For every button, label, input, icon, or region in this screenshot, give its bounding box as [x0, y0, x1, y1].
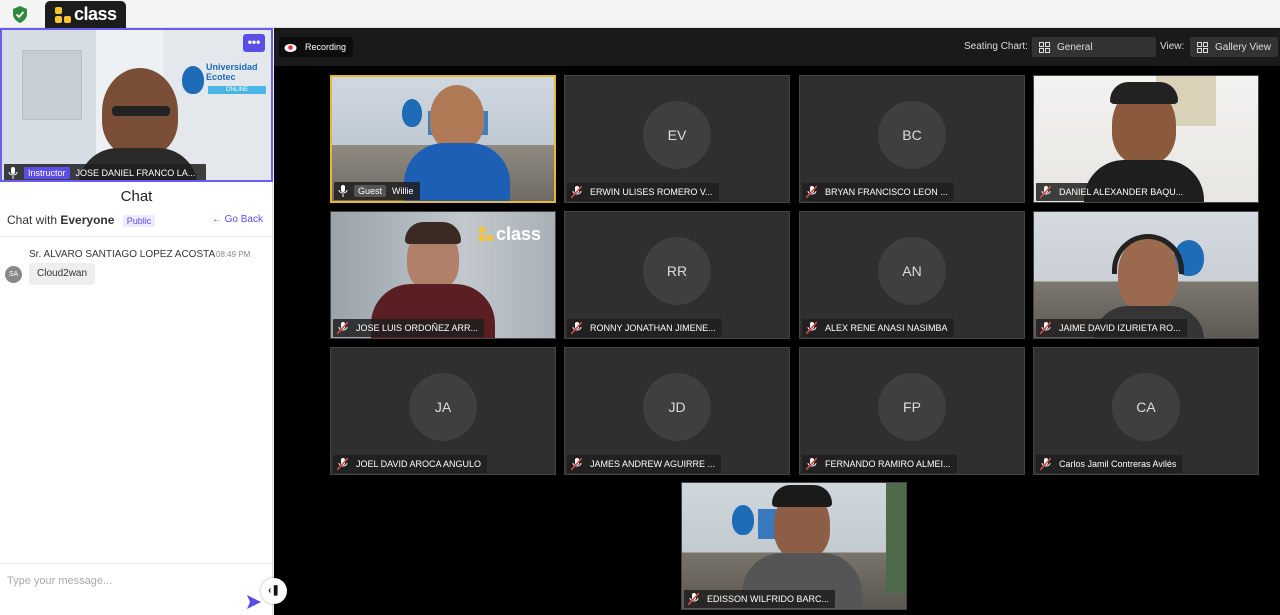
microphone-muted-icon [571, 186, 582, 198]
participant-avatar: JA [409, 373, 477, 441]
participant-name: ALEX RENE ANASI NASIMBA [825, 323, 948, 333]
participant-nameplate: FERNANDO RAMIRO ALMEI... [802, 455, 957, 473]
microphone-muted-icon [337, 322, 348, 334]
guest-badge: Guest [354, 185, 387, 197]
microphone-muted-icon [806, 186, 817, 198]
participant-tile[interactable]: Guest Willie [330, 75, 556, 203]
chat-audience: Chat with Everyone Public [7, 213, 156, 227]
public-badge: Public [122, 214, 156, 227]
message-bubble: Cloud2wan [29, 263, 96, 285]
microphone-muted-icon [1040, 458, 1051, 470]
microphone-icon [8, 167, 18, 179]
participant-nameplate: EDISSON WILFRIDO BARC... [684, 590, 836, 608]
participant-name: JOEL DAVID AROCA ANGULO [356, 459, 482, 469]
participant-name: ERWIN ULISES ROMERO V... [590, 187, 713, 197]
participant-avatar: AN [878, 237, 946, 305]
microphone-muted-icon [571, 322, 582, 334]
participant-nameplate: ALEX RENE ANASI NASIMBA [802, 319, 954, 337]
message-sender: Sr. ALVARO SANTIAGO LOPEZ ACOSTA [29, 249, 216, 260]
participant-tile[interactable]: EDISSON WILFRIDO BARC... [681, 482, 907, 610]
participant-tile[interactable]: FP FERNANDO RAMIRO ALMEI... [799, 347, 1025, 475]
participant-name: RONNY JONATHAN JIMENE... [590, 323, 716, 333]
view-label: View: [1160, 41, 1185, 52]
go-back-button[interactable]: ← Go Back [212, 214, 263, 225]
participant-name: JOSE LUIS ORDOÑEZ ARR... [356, 323, 479, 333]
collapse-panel-button[interactable]: ‹❚ [261, 578, 287, 604]
microphone-muted-icon [688, 593, 699, 605]
stage-toolbar: Recording Seating Chart: General View: G… [274, 28, 1280, 66]
microphone-muted-icon [1040, 322, 1051, 334]
participant-nameplate: JOEL DAVID AROCA ANGULO [333, 455, 488, 473]
participant-avatar: FP [878, 373, 946, 441]
shield-check-icon [13, 6, 27, 23]
microphone-muted-icon [806, 322, 817, 334]
self-video[interactable]: Universidad Ecotec ONLINE ••• Instructor… [0, 28, 273, 182]
participant-tile[interactable]: RR RONNY JONATHAN JIMENE... [564, 211, 790, 339]
participant-avatar: JD [643, 373, 711, 441]
chat-title: Chat [120, 188, 153, 205]
grid-icon [1039, 41, 1050, 53]
gallery-grid-icon [1197, 41, 1208, 53]
participant-nameplate: JAMES ANDREW AGUIRRE ... [567, 455, 722, 473]
participant-tile[interactable]: CA Carlos Jamil Contreras Avilés [1033, 347, 1259, 475]
participant-name: DANIEL ALEXANDER BAQU... [1059, 187, 1184, 197]
class-logo-icon [55, 6, 71, 23]
message-time: 08:49 PM [216, 250, 251, 259]
participant-tile[interactable]: BC BRYAN FRANCISCO LEON ... [799, 75, 1025, 203]
microphone-muted-icon [1040, 186, 1051, 198]
participant-tile[interactable]: JA JOEL DAVID AROCA ANGULO [330, 347, 556, 475]
microphone-muted-icon [571, 458, 582, 470]
cloud-recording-icon [284, 44, 297, 52]
participant-avatar: EV [643, 101, 711, 169]
class-watermark: class [479, 224, 555, 244]
seating-chart-select[interactable]: General [1032, 37, 1156, 57]
participant-tile[interactable]: DANIEL ALEXANDER BAQU... [1033, 75, 1259, 203]
chat-target[interactable]: Everyone [60, 213, 114, 227]
microphone-muted-icon [337, 458, 348, 470]
participant-tile[interactable]: class JOSE LUIS ORDOÑEZ ARR... [330, 211, 556, 339]
ecotec-brand: Universidad Ecotec ONLINE [182, 60, 267, 100]
participant-nameplate: DANIEL ALEXANDER BAQU... [1036, 183, 1190, 201]
send-icon[interactable] [247, 595, 261, 609]
view-select[interactable]: Gallery View [1190, 37, 1278, 57]
participant-tile[interactable]: JAIME DAVID IZURIETA RO... [1033, 211, 1259, 339]
app-logo-text: class [74, 4, 117, 24]
participant-avatar: BC [878, 101, 946, 169]
participant-name: FERNANDO RAMIRO ALMEI... [825, 459, 951, 469]
participant-name: BRYAN FRANCISCO LEON ... [825, 187, 948, 197]
browser-tab-bar: class [0, 0, 1280, 28]
video-stage: Recording Seating Chart: General View: G… [274, 28, 1280, 615]
participant-name: JAIME DAVID IZURIETA RO... [1059, 323, 1181, 333]
participant-nameplate: ERWIN ULISES ROMERO V... [567, 183, 719, 201]
participant-nameplate: Guest Willie [334, 182, 420, 200]
app-tab[interactable]: class [45, 1, 126, 28]
self-nameplate: Instructor JOSE DANIEL FRANCO LA... [4, 164, 206, 180]
participant-name: JAMES ANDREW AGUIRRE ... [590, 459, 716, 469]
participant-avatar: RR [643, 237, 711, 305]
participant-nameplate: JOSE LUIS ORDOÑEZ ARR... [333, 319, 485, 337]
arrow-left-icon: ← [211, 214, 222, 225]
participant-nameplate: JAIME DAVID IZURIETA RO... [1036, 319, 1187, 337]
recording-indicator: Recording [279, 37, 354, 57]
seating-chart-label: Seating Chart: [964, 41, 1028, 52]
microphone-muted-icon [806, 458, 817, 470]
participant-name: Willie [392, 186, 414, 196]
participant-tile[interactable]: JD JAMES ANDREW AGUIRRE ... [564, 347, 790, 475]
left-panel: Universidad Ecotec ONLINE ••• Instructor… [0, 28, 273, 615]
more-options-button[interactable]: ••• [243, 34, 265, 52]
participant-tile[interactable]: AN ALEX RENE ANASI NASIMBA [799, 211, 1025, 339]
participant-nameplate: BRYAN FRANCISCO LEON ... [802, 183, 954, 201]
participant-tile[interactable]: EV ERWIN ULISES ROMERO V... [564, 75, 790, 203]
instructor-badge: Instructor [24, 167, 70, 179]
participant-name: Carlos Jamil Contreras Avilés [1059, 459, 1177, 469]
participant-nameplate: Carlos Jamil Contreras Avilés [1036, 455, 1183, 473]
chat-message-input[interactable] [0, 566, 240, 596]
participant-avatar: CA [1112, 373, 1180, 441]
participant-name: EDISSON WILFRIDO BARC... [707, 594, 830, 604]
message-avatar: SA [5, 266, 22, 283]
self-name: JOSE DANIEL FRANCO LA... [75, 168, 196, 178]
microphone-icon [338, 185, 348, 197]
participant-nameplate: RONNY JONATHAN JIMENE... [567, 319, 722, 337]
